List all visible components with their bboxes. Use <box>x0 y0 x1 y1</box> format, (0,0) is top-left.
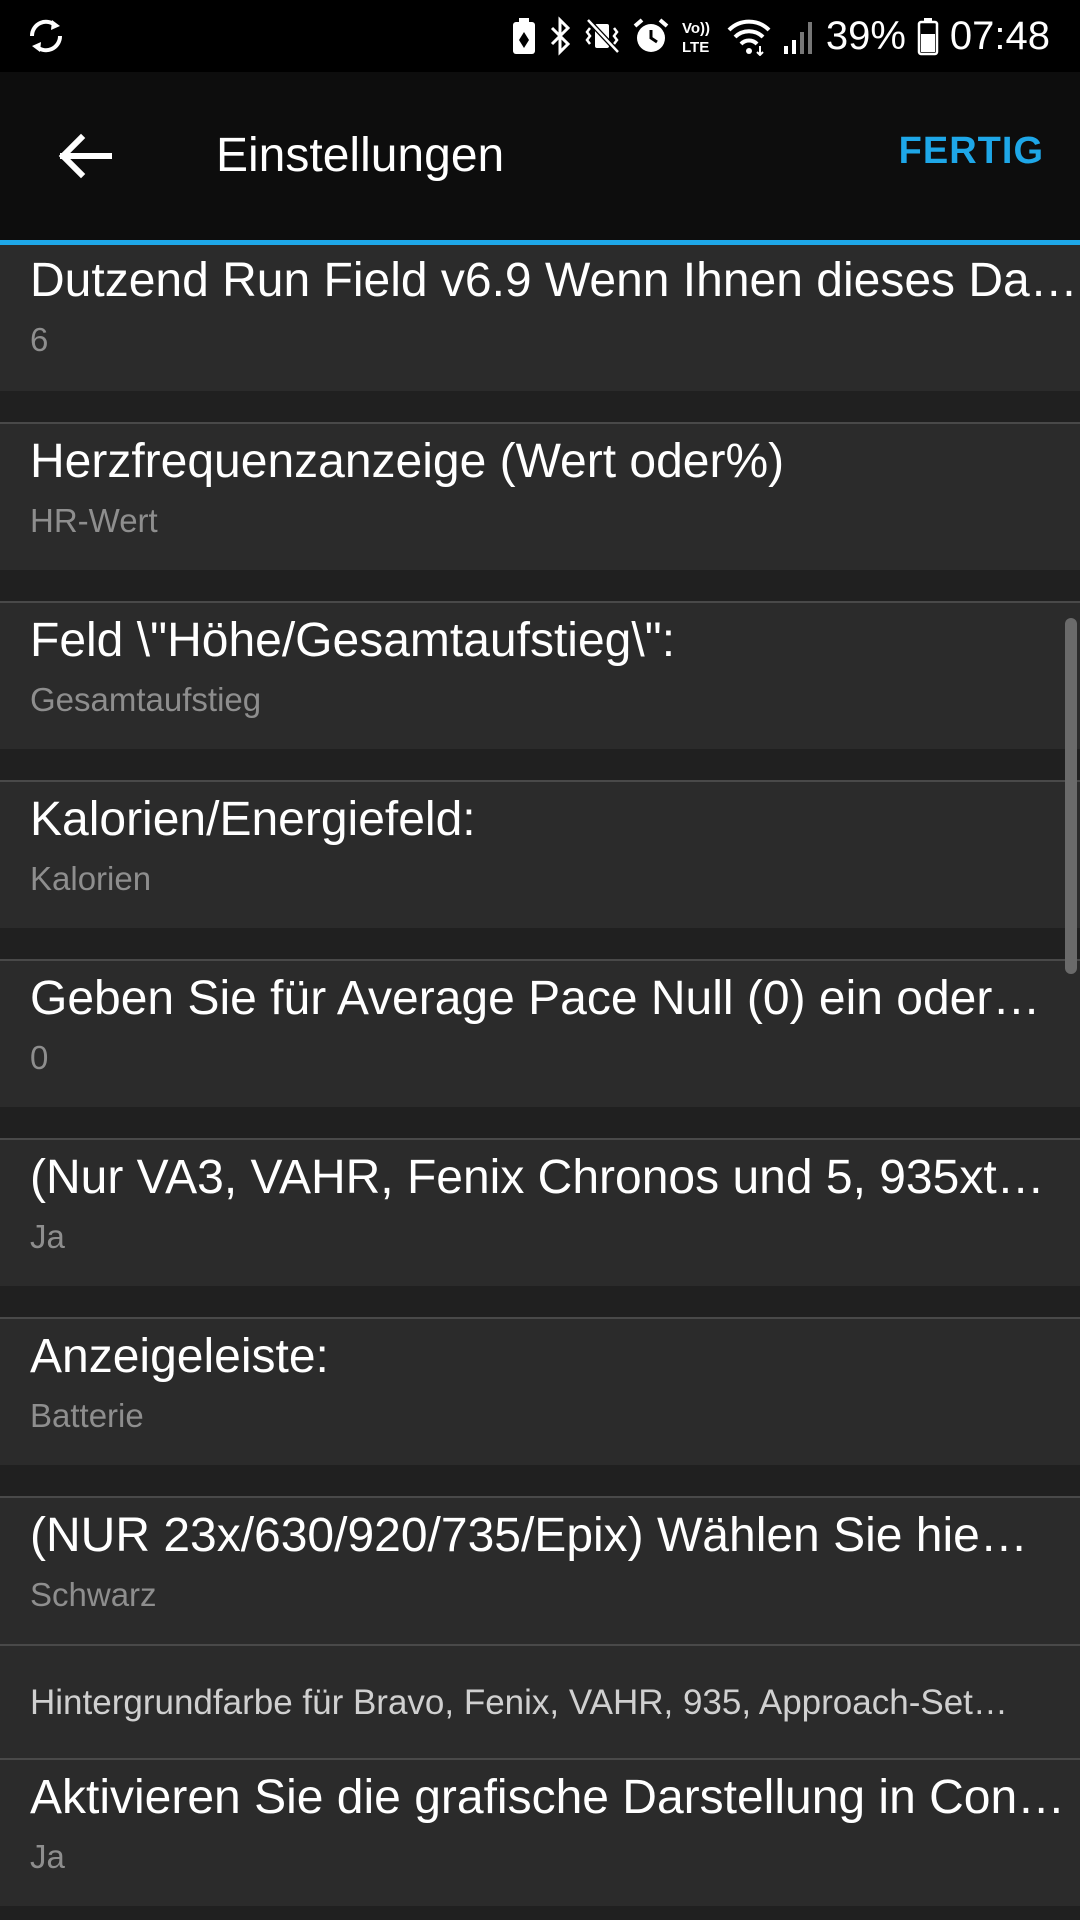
setting-item-va3-vahr-fenix[interactable]: (Nur VA3, VAHR, Fenix Chronos und 5, 935… <box>0 1138 1080 1286</box>
signal-icon <box>783 22 812 54</box>
setting-title: Anzeigeleiste: <box>30 1330 329 1383</box>
setting-title: Aktivieren Sie die grafische Darstellung… <box>30 1771 1066 1824</box>
app-bar: Einstellungen FERTIG <box>0 72 1080 240</box>
setting-value: Schwarz <box>30 1576 157 1613</box>
setting-item-calorie-field[interactable]: Kalorien/Energiefeld: Kalorien <box>0 780 1080 928</box>
setting-item-display-bar[interactable]: Anzeigeleiste: Batterie <box>0 1317 1080 1465</box>
setting-value: Ja <box>30 1218 65 1255</box>
setting-item-background-color-23x[interactable]: (NUR 23x/630/920/735/Epix) Wählen Sie hi… <box>0 1496 1080 1644</box>
arrow-left-icon <box>58 133 112 179</box>
setting-value: Ja <box>30 1838 65 1875</box>
scrollbar[interactable] <box>1065 618 1077 974</box>
clock: 07:48 <box>949 13 1050 58</box>
status-icons: Vo)) LTE 39% 07:48 <box>510 0 1050 72</box>
battery-percent: 39% <box>825 13 906 58</box>
setting-item-average-pace[interactable]: Geben Sie für Average Pace Null (0) ein … <box>0 959 1080 1107</box>
setting-item-background-color-bravo[interactable]: Hintergrundfarbe für Bravo, Fenix, VAHR,… <box>0 1644 1080 1758</box>
setting-item-heart-rate-display[interactable]: Herzfrequenzanzeige (Wert oder%) HR-Wert <box>0 422 1080 570</box>
setting-value: Batterie <box>30 1397 144 1434</box>
wifi-icon <box>727 19 771 56</box>
done-button[interactable]: FERTIG <box>899 130 1044 173</box>
setting-title: Herzfrequenzanzeige (Wert oder%) <box>30 435 785 488</box>
sync-icon <box>29 19 63 53</box>
setting-value: Gesamtaufstieg <box>30 681 262 718</box>
setting-title: Feld \"Höhe/Gesamtaufstieg\": <box>30 614 676 667</box>
setting-title: Hintergrundfarbe für Bravo, Fenix, VAHR,… <box>30 1683 1008 1722</box>
setting-value: Kalorien <box>30 860 152 897</box>
bluetooth-icon <box>550 16 570 56</box>
setting-item-graphic-display[interactable]: Aktivieren Sie die grafische Darstellung… <box>0 1758 1080 1906</box>
setting-value: 0 <box>30 1039 49 1076</box>
battery-saver-icon <box>512 18 535 54</box>
setting-title: Geben Sie für Average Pace Null (0) ein … <box>30 972 1041 1025</box>
setting-title: (NUR 23x/630/920/735/Epix) Wählen Sie hi… <box>30 1509 1028 1562</box>
battery-icon <box>917 18 939 56</box>
vibrate-mute-icon <box>585 18 620 54</box>
volte-icon: Vo)) LTE <box>682 20 710 56</box>
setting-item-dutzend-run-field[interactable]: Dutzend Run Field v6.9 Wenn Ihnen dieses… <box>0 245 1080 391</box>
svg-text:LTE: LTE <box>682 39 709 56</box>
setting-title: Kalorien/Energiefeld: <box>30 793 476 846</box>
back-button[interactable] <box>40 118 130 194</box>
setting-item-altitude-field[interactable]: Feld \"Höhe/Gesamtaufstieg\": Gesamtaufs… <box>0 601 1080 749</box>
page-title: Einstellungen <box>216 129 505 182</box>
alarm-icon <box>633 18 669 52</box>
status-bar: Vo)) LTE 39% 07:48 <box>0 0 1080 72</box>
setting-value: HR-Wert <box>30 502 158 539</box>
setting-title: Dutzend Run Field v6.9 Wenn Ihnen dieses… <box>30 254 1078 307</box>
svg-text:Vo)): Vo)) <box>682 20 710 37</box>
setting-title: (Nur VA3, VAHR, Fenix Chronos und 5, 935… <box>30 1151 1045 1204</box>
setting-value: 6 <box>30 321 49 358</box>
